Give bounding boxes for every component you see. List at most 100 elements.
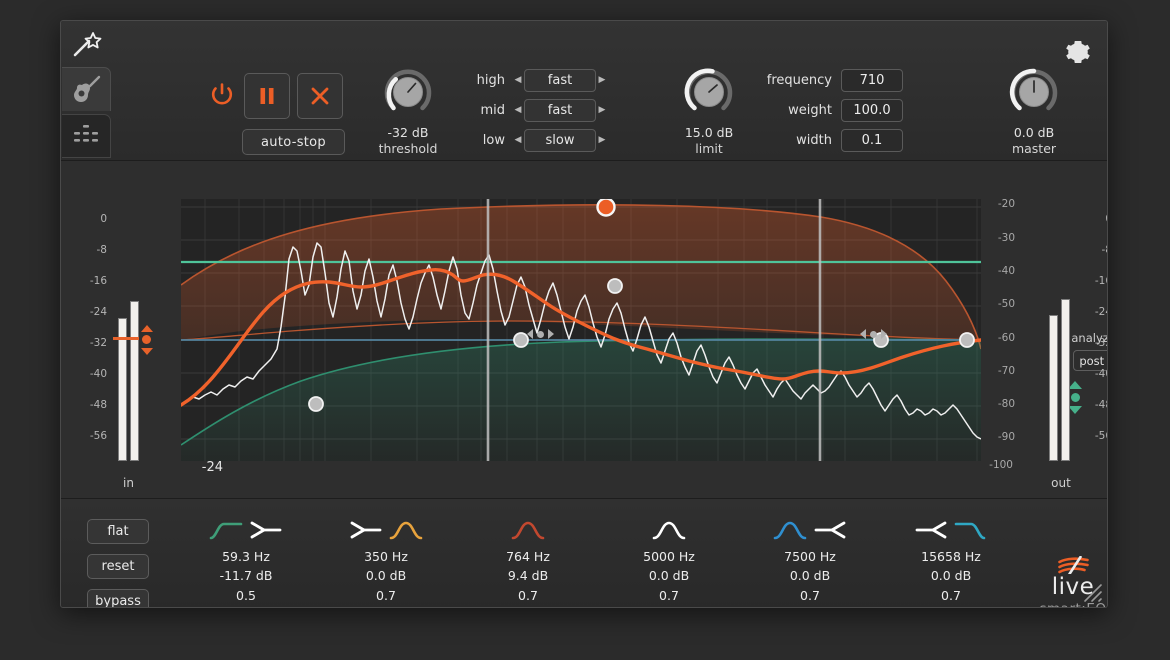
lowshelf-filter-icon (209, 522, 243, 540)
speed-prev-high[interactable]: ◀ (512, 75, 524, 85)
in-scale-m16: -16 (89, 275, 107, 287)
bell-filter-icon (652, 521, 686, 540)
input-meter-group: 0 -8 -16 -24 -32 -40 -48 -56 in (81, 161, 176, 499)
grid-dots-icon (74, 125, 98, 142)
in-meter-bar-right (130, 301, 139, 461)
band-item-4[interactable]: 5000 Hz 0.0 dB 0.7 (610, 513, 728, 605)
bypass-button[interactable]: bypass (87, 589, 149, 608)
band-item-2[interactable]: 350 Hz 0.0 dB 0.7 (327, 513, 445, 605)
out-scale-m24: -24 (1094, 306, 1107, 318)
band-4-frequency: 5000 Hz (643, 549, 695, 564)
out-scale-m56: -56 (1094, 430, 1107, 442)
speed-prev-mid[interactable]: ◀ (512, 105, 524, 115)
frequency-input[interactable]: 710 (841, 68, 903, 92)
threshold-indicator-line[interactable] (113, 337, 139, 340)
split-grip-dot[interactable] (537, 330, 544, 338)
resize-grip[interactable] (1081, 581, 1103, 603)
split-right-arrow-icon[interactable] (881, 329, 887, 339)
band-item-3[interactable]: 764 Hz 9.4 dB 0.7 (469, 513, 587, 605)
band-6-shape-icons[interactable] (892, 513, 1010, 547)
band-5-q: 0.7 (800, 587, 820, 603)
split-right-arrow-icon[interactable] (548, 329, 554, 339)
toolbar: auto-stop -32 dB threshold high ◀ fast ▶ (61, 21, 1107, 161)
pause-icon (260, 88, 274, 104)
speed-prev-low[interactable]: ◀ (512, 135, 524, 145)
split-left-arrow-icon[interactable] (527, 329, 533, 339)
speed-next-mid[interactable]: ▶ (596, 105, 608, 115)
threshold-down-arrow[interactable] (141, 348, 153, 355)
limit-knob[interactable] (682, 65, 736, 119)
master-knob-group[interactable]: 0.0 dB master (974, 65, 1094, 156)
band-5-frequency: 7500 Hz (784, 549, 836, 564)
sonible-mark-icon (1057, 555, 1089, 576)
speed-row-high: high ◀ fast ▶ (468, 65, 648, 95)
frequency-label: frequency (766, 72, 832, 88)
node-left-icon (250, 521, 282, 539)
threshold-up-arrow[interactable] (141, 325, 153, 332)
an-y-label-m40: -40 (997, 265, 1015, 277)
bell-filter-icon (773, 521, 807, 540)
band-item-6[interactable]: 15658 Hz 0.0 dB 0.7 (892, 513, 1010, 605)
power-button[interactable] (205, 77, 239, 111)
band-1-frequency: 59.3 Hz (222, 549, 270, 564)
field-row-weight: weight 100.0 (761, 95, 971, 125)
speed-value-high[interactable]: fast (524, 68, 596, 92)
master-value: 0.0 dB (1013, 125, 1055, 140)
band-4-shape-icons[interactable] (610, 513, 728, 547)
an-y-label-m50: -50 (997, 298, 1015, 310)
split-grip-dot[interactable] (870, 330, 877, 338)
speed-value-low[interactable]: slow (524, 128, 596, 152)
width-input[interactable]: 0.1 (841, 128, 903, 152)
close-x-icon (311, 87, 329, 105)
split-left-arrow-icon[interactable] (860, 329, 866, 339)
band-5-shape-icons[interactable] (751, 513, 869, 547)
reset-button[interactable]: reset (87, 554, 149, 579)
knob-dial-icon (1009, 68, 1058, 111)
band-2-shape-icons[interactable] (327, 513, 445, 547)
speed-next-high[interactable]: ▶ (596, 75, 608, 85)
threshold-handle-dot[interactable] (142, 335, 151, 344)
mid-high-split-handle[interactable] (860, 329, 887, 339)
pause-button[interactable] (244, 73, 290, 119)
speed-value-mid[interactable]: fast (524, 98, 596, 122)
band-1-node (308, 396, 324, 412)
flat-button[interactable]: flat (87, 519, 149, 544)
speed-selectors: high ◀ fast ▶ mid ◀ fast ▶ low ◀ slow ▶ (468, 65, 648, 155)
out-meter-bar-left (1049, 315, 1058, 461)
band-strip: flat reset bypass 59.3 Hz -11.7 dB 0.5 3… (61, 499, 1107, 608)
band-3-shape-icons[interactable] (469, 513, 587, 547)
band-2-q: 0.7 (376, 587, 396, 603)
band-6-node (959, 332, 975, 348)
speed-next-low[interactable]: ▶ (596, 135, 608, 145)
rail-item-magic-wand[interactable] (62, 23, 111, 67)
eq-y-label-m24: -24 (201, 460, 223, 475)
band-6-q: 0.7 (941, 587, 961, 603)
threshold-knob[interactable] (381, 65, 435, 119)
band-2-gain: 0.0 dB (365, 568, 407, 584)
limit-knob-group[interactable]: 15.0 dB limit (649, 65, 769, 156)
settings-button[interactable] (1065, 39, 1091, 65)
master-knob[interactable] (1007, 65, 1061, 119)
node-left-icon (350, 521, 382, 539)
band-2-frequency: 350 Hz (364, 549, 408, 564)
stop-close-button[interactable] (297, 73, 343, 119)
low-mid-split-handle[interactable] (527, 329, 554, 339)
width-label: width (796, 132, 832, 148)
rail-item-matrix[interactable] (62, 114, 111, 158)
band-1-shape-icons[interactable] (187, 513, 305, 547)
in-scale-m24: -24 (89, 306, 107, 318)
bell-filter-icon (511, 521, 545, 540)
auto-stop-button[interactable]: auto-stop (242, 129, 345, 155)
weight-label: weight (788, 102, 832, 118)
node-right-icon (915, 521, 947, 539)
power-icon (211, 83, 233, 105)
band-item-5[interactable]: 7500 Hz 0.0 dB 0.7 (751, 513, 869, 605)
bypass-label: bypass (95, 594, 141, 608)
threshold-knob-group[interactable]: -32 dB threshold (348, 65, 468, 156)
threshold-value: -32 dB (387, 125, 429, 140)
band-item-1[interactable]: 59.3 Hz -11.7 dB 0.5 (187, 513, 305, 605)
weight-input[interactable]: 100.0 (841, 98, 903, 122)
input-meter-label: in (123, 476, 134, 490)
out-scale-m8: -8 (1101, 244, 1107, 256)
rail-item-instrument[interactable] (62, 67, 111, 111)
